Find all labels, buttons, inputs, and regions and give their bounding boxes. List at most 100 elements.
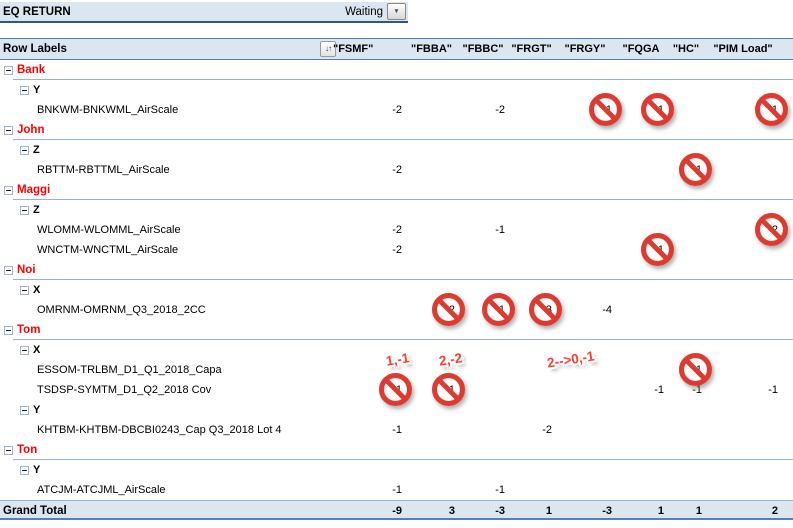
collapse-minus-icon[interactable] xyxy=(20,346,29,355)
value-cell[interactable]: 3 xyxy=(508,300,555,320)
value-cell[interactable] xyxy=(508,220,555,240)
group-label[interactable]: John xyxy=(17,124,44,136)
value-cell[interactable]: -2 xyxy=(330,240,405,260)
column-header[interactable]: "PIM Load" xyxy=(705,43,781,55)
value-cell-grand-total[interactable]: -3 xyxy=(555,501,615,521)
value-cell[interactable]: -1 xyxy=(330,420,405,440)
value-cell[interactable] xyxy=(705,160,781,180)
row-label-cell[interactable]: OMRNM-OMRNM_Q3_2018_2CC xyxy=(0,304,330,316)
value-cell[interactable]: -1 xyxy=(705,380,781,400)
collapse-minus-icon[interactable] xyxy=(20,406,29,415)
group-label[interactable]: Z xyxy=(33,204,40,216)
group-label[interactable]: Z xyxy=(33,144,40,156)
value-cell[interactable]: 1 xyxy=(555,100,615,120)
value-cell[interactable] xyxy=(555,240,615,260)
value-cell[interactable] xyxy=(458,160,508,180)
value-cell[interactable] xyxy=(405,240,458,260)
row-label-cell[interactable]: ATCJM-ATCJML_AirScale xyxy=(0,484,330,496)
value-cell[interactable]: 1 xyxy=(615,240,667,260)
value-cell[interactable] xyxy=(615,420,667,440)
value-cell[interactable] xyxy=(405,160,458,180)
collapse-minus-icon[interactable] xyxy=(20,146,29,155)
group-label[interactable]: Bank xyxy=(17,64,45,76)
value-cell[interactable]: -2 xyxy=(330,100,405,120)
value-cell[interactable]: -4 xyxy=(555,300,615,320)
value-cell[interactable] xyxy=(667,300,705,320)
value-cell[interactable] xyxy=(508,160,555,180)
group-label[interactable]: Y xyxy=(33,464,40,476)
collapse-minus-icon[interactable] xyxy=(4,66,13,75)
value-cell-grand-total[interactable]: -3 xyxy=(458,501,508,521)
value-cell[interactable] xyxy=(458,360,508,380)
value-cell[interactable]: 1 xyxy=(405,380,458,400)
value-cell[interactable]: 1 xyxy=(458,300,508,320)
value-cell[interactable]: -1 xyxy=(615,380,667,400)
value-cell[interactable]: -1 xyxy=(458,480,508,500)
value-cell[interactable]: -2 xyxy=(458,100,508,120)
group-label[interactable]: Maggi xyxy=(17,184,50,196)
value-cell[interactable] xyxy=(667,480,705,500)
column-header[interactable]: "FQGA xyxy=(615,43,667,55)
value-cell[interactable] xyxy=(508,480,555,500)
value-cell[interactable] xyxy=(705,300,781,320)
group-label[interactable]: Noi xyxy=(17,264,36,276)
collapse-minus-icon[interactable] xyxy=(4,266,13,275)
value-cell[interactable] xyxy=(705,360,781,380)
value-cell[interactable]: 1 xyxy=(705,100,781,120)
value-cell[interactable] xyxy=(615,360,667,380)
value-cell-grand-total[interactable]: 3 xyxy=(405,501,458,521)
group-label[interactable]: Y xyxy=(33,404,40,416)
value-cell[interactable]: -1 xyxy=(458,220,508,240)
value-cell[interactable]: -2 xyxy=(330,160,405,180)
collapse-minus-icon[interactable] xyxy=(4,186,13,195)
value-cell[interactable]: 2-->0,-1 xyxy=(508,360,555,380)
value-cell[interactable] xyxy=(555,160,615,180)
value-cell[interactable] xyxy=(555,480,615,500)
value-cell[interactable] xyxy=(458,420,508,440)
collapse-minus-icon[interactable] xyxy=(20,86,29,95)
value-cell[interactable]: 1 xyxy=(667,360,705,380)
group-label[interactable]: X xyxy=(33,284,40,296)
value-cell[interactable] xyxy=(555,420,615,440)
collapse-minus-icon[interactable] xyxy=(4,446,13,455)
value-cell-grand-total[interactable]: -9 xyxy=(330,501,405,521)
value-cell[interactable] xyxy=(405,420,458,440)
group-label[interactable]: X xyxy=(33,344,40,356)
collapse-minus-icon[interactable] xyxy=(20,466,29,475)
value-cell[interactable] xyxy=(458,240,508,260)
value-cell[interactable]: 1 xyxy=(330,380,405,400)
column-header[interactable]: "FBBA" xyxy=(405,43,458,55)
value-cell[interactable] xyxy=(508,100,555,120)
value-cell[interactable] xyxy=(705,480,781,500)
row-label-cell[interactable]: RBTTM-RBTTML_AirScale xyxy=(0,164,330,176)
row-labels-header-cell[interactable]: Row Labels ↓↑ xyxy=(0,41,330,57)
group-label[interactable]: Y xyxy=(33,84,40,96)
value-cell[interactable] xyxy=(615,480,667,500)
value-cell-grand-total[interactable]: 1 xyxy=(667,501,705,521)
value-cell-grand-total[interactable]: 2 xyxy=(705,501,781,521)
value-cell-grand-total[interactable]: 1 xyxy=(615,501,667,521)
value-cell[interactable]: 2 xyxy=(405,300,458,320)
row-label-cell[interactable]: TSDSP-SYMTM_D1_Q2_2018 Cov xyxy=(0,384,330,396)
collapse-minus-icon[interactable] xyxy=(4,326,13,335)
value-cell[interactable] xyxy=(667,420,705,440)
column-header[interactable]: "HC" xyxy=(667,43,705,55)
value-cell[interactable] xyxy=(405,480,458,500)
row-label-cell[interactable]: ESSOM-TRLBM_D1_Q1_2018_Capa xyxy=(0,364,330,376)
column-header[interactable]: "FRGY" xyxy=(555,43,615,55)
group-label[interactable]: Ton xyxy=(17,444,37,456)
value-cell-grand-total[interactable]: 1 xyxy=(508,501,555,521)
value-cell[interactable]: -1 xyxy=(330,480,405,500)
row-label-cell[interactable]: BNKWM-BNKWML_AirScale xyxy=(0,104,330,116)
collapse-minus-icon[interactable] xyxy=(20,286,29,295)
value-cell[interactable] xyxy=(555,220,615,240)
value-cell[interactable] xyxy=(508,240,555,260)
filter-dropdown-button[interactable]: ▼ xyxy=(387,3,406,20)
value-cell[interactable] xyxy=(508,380,555,400)
value-cell[interactable]: -2 xyxy=(330,220,405,240)
value-cell[interactable] xyxy=(405,100,458,120)
row-label-cell[interactable]: KHTBM-KHTBM-DBCBI0243_Cap Q3_2018 Lot 4 xyxy=(0,424,330,436)
value-cell[interactable]: -2 xyxy=(508,420,555,440)
value-cell[interactable]: 1 xyxy=(615,100,667,120)
value-cell[interactable]: 1 xyxy=(667,160,705,180)
